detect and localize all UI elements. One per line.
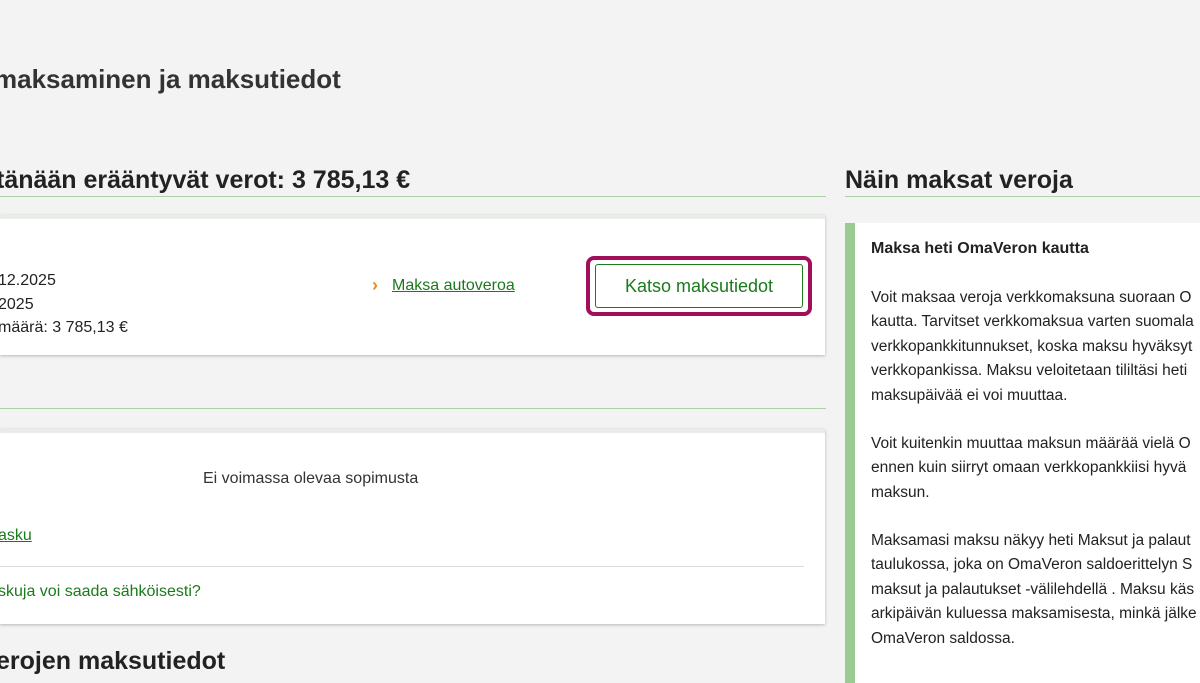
amount-line: määrä: 3 785,13 €	[0, 319, 128, 336]
panel-text-line: maksut ja palautukset -välilehdellä . Ma…	[871, 580, 1195, 598]
payment-details-highlight: Katso maksutiedot	[586, 256, 812, 316]
due-tax-card: 12.2025 2025 määrä: 3 785,13 € › Maksa a…	[0, 215, 825, 355]
period-line: 2025	[0, 296, 34, 313]
panel-text-line: verkkopankissa. Maksu veloitetaan tililt…	[871, 362, 1188, 380]
invoice-link[interactable]: asku	[0, 527, 32, 545]
how-to-pay-divider	[845, 196, 1200, 197]
panel-paragraph-1: Voit maksaa veroja verkkomaksuna suoraan…	[871, 286, 1194, 408]
panel-text-line: kautta. Tarvitset verkkomaksua varten su…	[871, 313, 1194, 331]
due-taxes-divider	[0, 196, 826, 197]
panel-text-line: Voit maksaa veroja verkkomaksuna suoraan…	[871, 289, 1192, 306]
panel-paragraph-2: Voit kuitenkin muuttaa maksun määrää vie…	[871, 432, 1191, 505]
panel-heading: Maksa heti OmaVeron kautta	[871, 240, 1089, 257]
chevron-right-icon: ›	[372, 275, 378, 295]
panel-text-line: Voit kuitenkin muuttaa maksun määrää vie…	[871, 435, 1191, 452]
panel-text-line: taulukossa, joka on OmaVeron saldoeritte…	[871, 556, 1193, 574]
pay-car-tax-link[interactable]: Maksa autoveroa	[392, 277, 515, 295]
agreement-card: Ei voimassa olevaa sopimusta asku skuja …	[0, 429, 825, 624]
e-invoice-question-link[interactable]: skuja voi saada sähköisesti?	[0, 583, 201, 601]
pay-info-panel: Maksa heti OmaVeron kautta Voit maksaa v…	[845, 223, 1200, 683]
panel-text-line: maksun.	[871, 483, 930, 501]
panel-paragraph-3: Maksamasi maksu näkyy heti Maksut ja pal…	[871, 529, 1197, 651]
panel-text-line: verkkopankkitunnukset, koska maksu hyväk…	[871, 337, 1193, 355]
agreement-card-divider	[0, 566, 804, 567]
view-payment-details-button[interactable]: Katso maksutiedot	[595, 264, 803, 308]
pay-car-tax-row[interactable]: › Maksa autoveroa	[372, 275, 515, 296]
panel-text-line: Maksamasi maksu näkyy heti Maksut ja pal…	[871, 532, 1191, 549]
due-date-line: 12.2025	[0, 272, 56, 289]
panel-text-line: maksupäivää ei voi muuttaa.	[871, 386, 1068, 404]
payment-info-heading: erojen maksutiedot	[0, 647, 226, 675]
panel-text-line: OmaVeron saldossa.	[871, 629, 1015, 647]
due-taxes-heading: tänään erääntyvät verot: 3 785,13 €	[0, 166, 411, 194]
panel-text-line: arkipäivän kuluessa maksamisesta, minkä …	[871, 605, 1197, 623]
panel-text-line: ennen kuin siirryt omaan verkkopankkiisi…	[871, 459, 1187, 477]
page-title: maksaminen ja maksutiedot	[0, 64, 341, 94]
agreement-divider	[0, 408, 826, 409]
how-to-pay-heading: Näin maksat veroja	[845, 166, 1073, 194]
no-agreement-text: Ei voimassa olevaa sopimusta	[203, 470, 419, 487]
